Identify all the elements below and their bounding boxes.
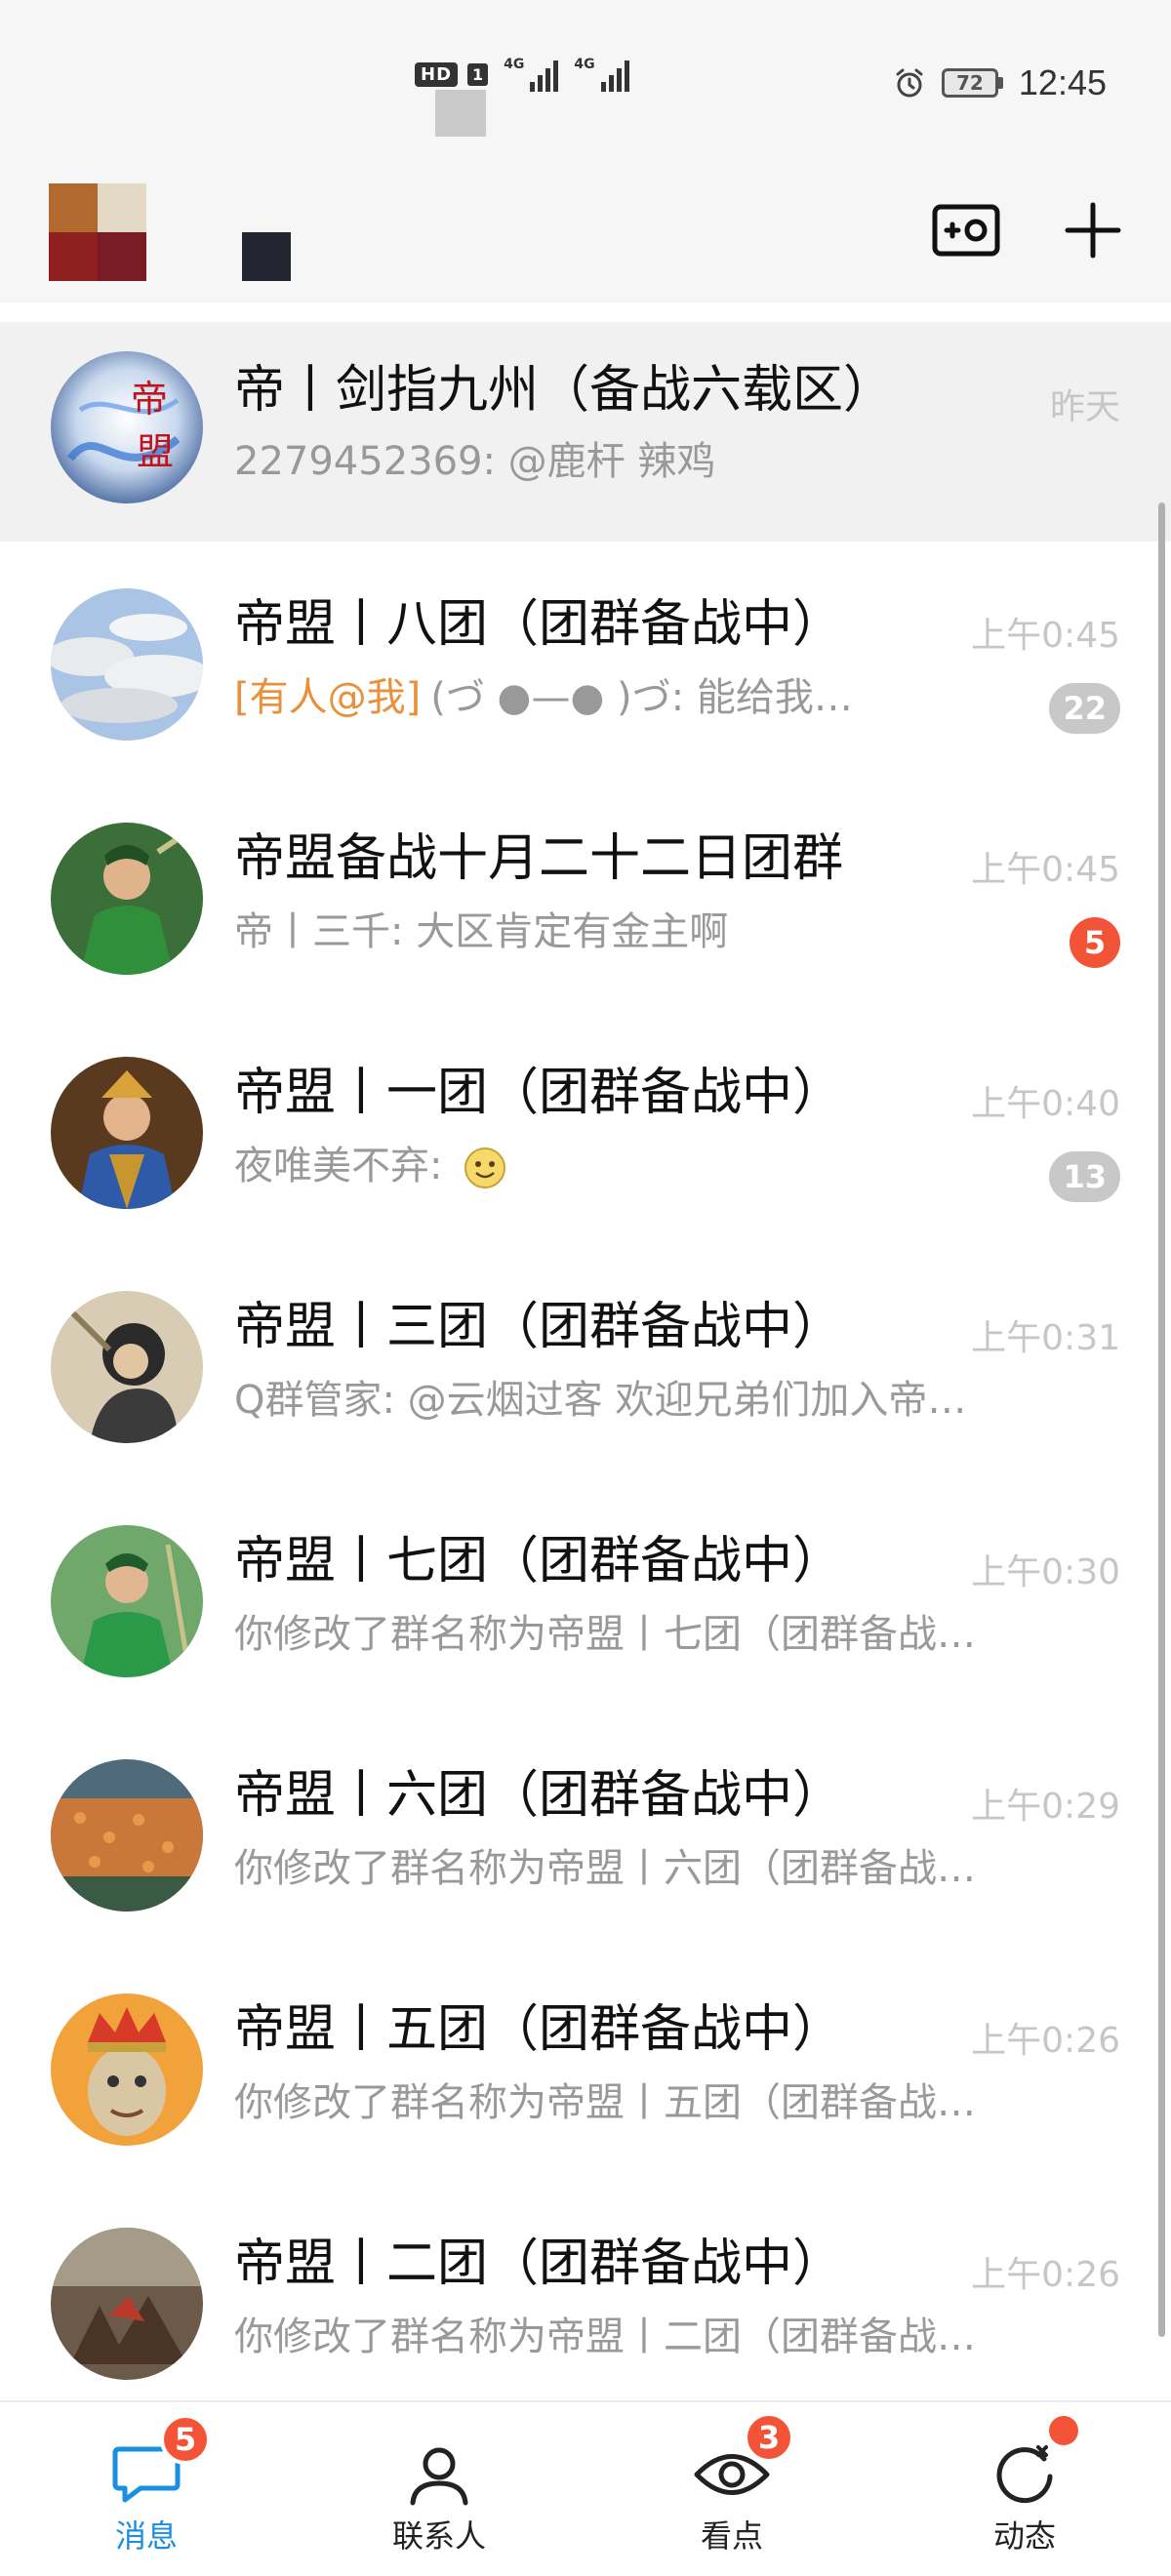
conversation-preview: 你修改了群名称为帝盟丨二团（团群备战…: [234, 2314, 976, 2359]
bottom-tab-bar: 5 消息 联系人 3 看点 动态: [0, 2400, 1171, 2576]
notification-dot: [1049, 2416, 1078, 2445]
conversation-item[interactable]: 帝盟丨三团（团群备战中） Q群管家: @云烟过客 欢迎兄弟们加入帝… 上午0:3…: [0, 1259, 1171, 1493]
conversation-preview: 你修改了群名称为帝盟丨六团（团群备战…: [234, 1846, 976, 1891]
conversation-item[interactable]: 帝盟丨二团（团群备战中） 你修改了群名称为帝盟丨二团（团群备战… 上午0:26: [0, 2195, 1171, 2430]
conversation-title: 帝盟备战十月二十二日团群: [234, 829, 844, 888]
tab-messages[interactable]: 5 消息: [0, 2402, 293, 2576]
group-avatar: [51, 1525, 203, 1677]
signal-strength-icon: 4G: [574, 57, 629, 92]
group-avatar: [51, 1759, 203, 1912]
group-avatar: [51, 1993, 203, 2146]
battery-level: 72: [941, 68, 998, 98]
tab-moments[interactable]: 动态: [878, 2402, 1171, 2576]
conversation-preview: 你修改了群名称为帝盟丨七团（团群备战…: [234, 1612, 976, 1657]
preview-text: 夜唯美不弃:: [234, 1144, 456, 1188]
svg-text:帝: 帝: [131, 378, 168, 421]
preview-text: (づ ●—● )づ: 能给我…: [430, 675, 853, 720]
group-avatar: [51, 1057, 203, 1209]
tab-label: 动态: [992, 2517, 1056, 2555]
smile-emoji-icon: [464, 1147, 506, 1188]
header-actions: [927, 191, 1132, 269]
network-indicators: HD 1 4G 4G: [415, 57, 629, 92]
tab-label: 联系人: [391, 2517, 486, 2555]
conversation-time: 上午0:29: [971, 1787, 1120, 1827]
group-avatar: [51, 823, 203, 975]
conversation-time: 上午0:45: [971, 616, 1120, 656]
mention-tag: [有人@我]: [234, 675, 422, 720]
conversation-preview: 2279452369: @鹿杆 辣鸡: [234, 439, 716, 484]
person-icon: [395, 2435, 483, 2514]
status-bar: HD 1 4G 4G 72 12:45: [0, 0, 1171, 166]
tab-discover[interactable]: 3 看点: [586, 2402, 878, 2576]
conversation-item[interactable]: 帝盟丨七团（团群备战中） 你修改了群名称为帝盟丨七团（团群备战… 上午0:30: [0, 1493, 1171, 1727]
scrollbar[interactable]: [1158, 503, 1165, 2337]
conversation-preview: Q群管家: @云烟过客 欢迎兄弟们加入帝…: [234, 1378, 967, 1423]
conversation-time: 上午0:45: [971, 850, 1120, 890]
tab-label: 消息: [114, 2517, 178, 2555]
plus-icon: [1065, 202, 1121, 259]
unread-badge: 13: [1049, 1151, 1120, 1202]
tab-badge: 3: [744, 2412, 794, 2463]
sim-indicator: 1: [467, 62, 489, 86]
app-screen: HD 1 4G 4G 72 12:45 帝 盟 帝丨剑指九州（备战六载区） 22…: [0, 0, 1171, 2576]
conversation-time: 昨天: [1049, 387, 1120, 427]
conversation-title: 帝盟丨五团（团群备战中）: [234, 2000, 844, 2059]
tab-contacts[interactable]: 联系人: [293, 2402, 586, 2576]
conversation-time: 上午0:30: [971, 1552, 1120, 1592]
add-button[interactable]: [1054, 191, 1132, 269]
conversation-title: 帝盟丨七团（团群备战中）: [234, 1532, 844, 1590]
conversation-time: 上午0:40: [971, 1084, 1120, 1124]
svg-text:盟: 盟: [137, 430, 174, 473]
camera-plus-icon: [932, 204, 1000, 257]
tab-badge: 5: [160, 2414, 211, 2465]
group-avatar: 帝 盟: [51, 351, 203, 503]
refresh-star-icon: [981, 2435, 1069, 2514]
pixelated-icon: [435, 90, 486, 137]
group-avatar: [51, 1291, 203, 1443]
camera-plus-button[interactable]: [927, 191, 1005, 269]
hd-voice-indicator: HD: [415, 61, 459, 87]
conversation-time: 上午0:26: [971, 2255, 1120, 2295]
user-avatar[interactable]: [49, 183, 293, 281]
group-avatar: [51, 2228, 203, 2380]
conversation-title: 帝盟丨一团（团群备战中）: [234, 1064, 844, 1122]
conversation-item[interactable]: 帝盟丨八团（团群备战中） [有人@我] (づ ●—● )づ: 能给我… 上午0:4…: [0, 556, 1171, 790]
conversation-preview: 夜唯美不弃:: [234, 1140, 1073, 1192]
conversation-preview: 帝丨三千: 大区肯定有金主啊: [234, 909, 729, 954]
conversation-title: 帝盟丨二团（团群备战中）: [234, 2234, 844, 2293]
conversation-title: 帝丨剑指九州（备战六载区）: [234, 361, 895, 420]
conversation-item[interactable]: 帝盟丨一团（团群备战中） 夜唯美不弃: 上午0:40 13: [0, 1025, 1171, 1259]
conversation-preview: [有人@我] (づ ●—● )づ: 能给我…: [234, 671, 1073, 724]
tab-label: 看点: [700, 2517, 763, 2555]
conversation-item[interactable]: 帝盟备战十月二十二日团群 帝丨三千: 大区肯定有金主啊 上午0:45 5: [0, 790, 1171, 1025]
signal-strength-icon: 4G: [504, 57, 559, 92]
conversation-title: 帝盟丨三团（团群备战中）: [234, 1298, 844, 1356]
conversation-item[interactable]: 帝 盟 帝丨剑指九州（备战六载区） 2279452369: @鹿杆 辣鸡 昨天: [0, 322, 1171, 556]
clock: 12:45: [1018, 62, 1107, 102]
alarm-icon: [896, 68, 923, 98]
conversation-title: 帝盟丨八团（团群备战中）: [234, 595, 844, 654]
conversation-time: 上午0:26: [971, 2021, 1120, 2061]
conversation-title: 帝盟丨六团（团群备战中）: [234, 1766, 844, 1825]
group-avatar: [51, 588, 203, 741]
top-header: [0, 166, 1171, 302]
conversation-time: 上午0:31: [971, 1318, 1120, 1358]
conversation-item[interactable]: 帝盟丨五团（团群备战中） 你修改了群名称为帝盟丨五团（团群备战… 上午0:26: [0, 1961, 1171, 2195]
unread-badge: 5: [1070, 917, 1120, 968]
conversation-preview: 你修改了群名称为帝盟丨五团（团群备战…: [234, 2080, 976, 2125]
status-right: 72 12:45: [893, 62, 1107, 103]
unread-badge: 22: [1049, 683, 1120, 734]
battery-icon: 72: [941, 68, 1003, 98]
conversation-item[interactable]: 帝盟丨六团（团群备战中） 你修改了群名称为帝盟丨六团（团群备战… 上午0:29: [0, 1727, 1171, 1961]
